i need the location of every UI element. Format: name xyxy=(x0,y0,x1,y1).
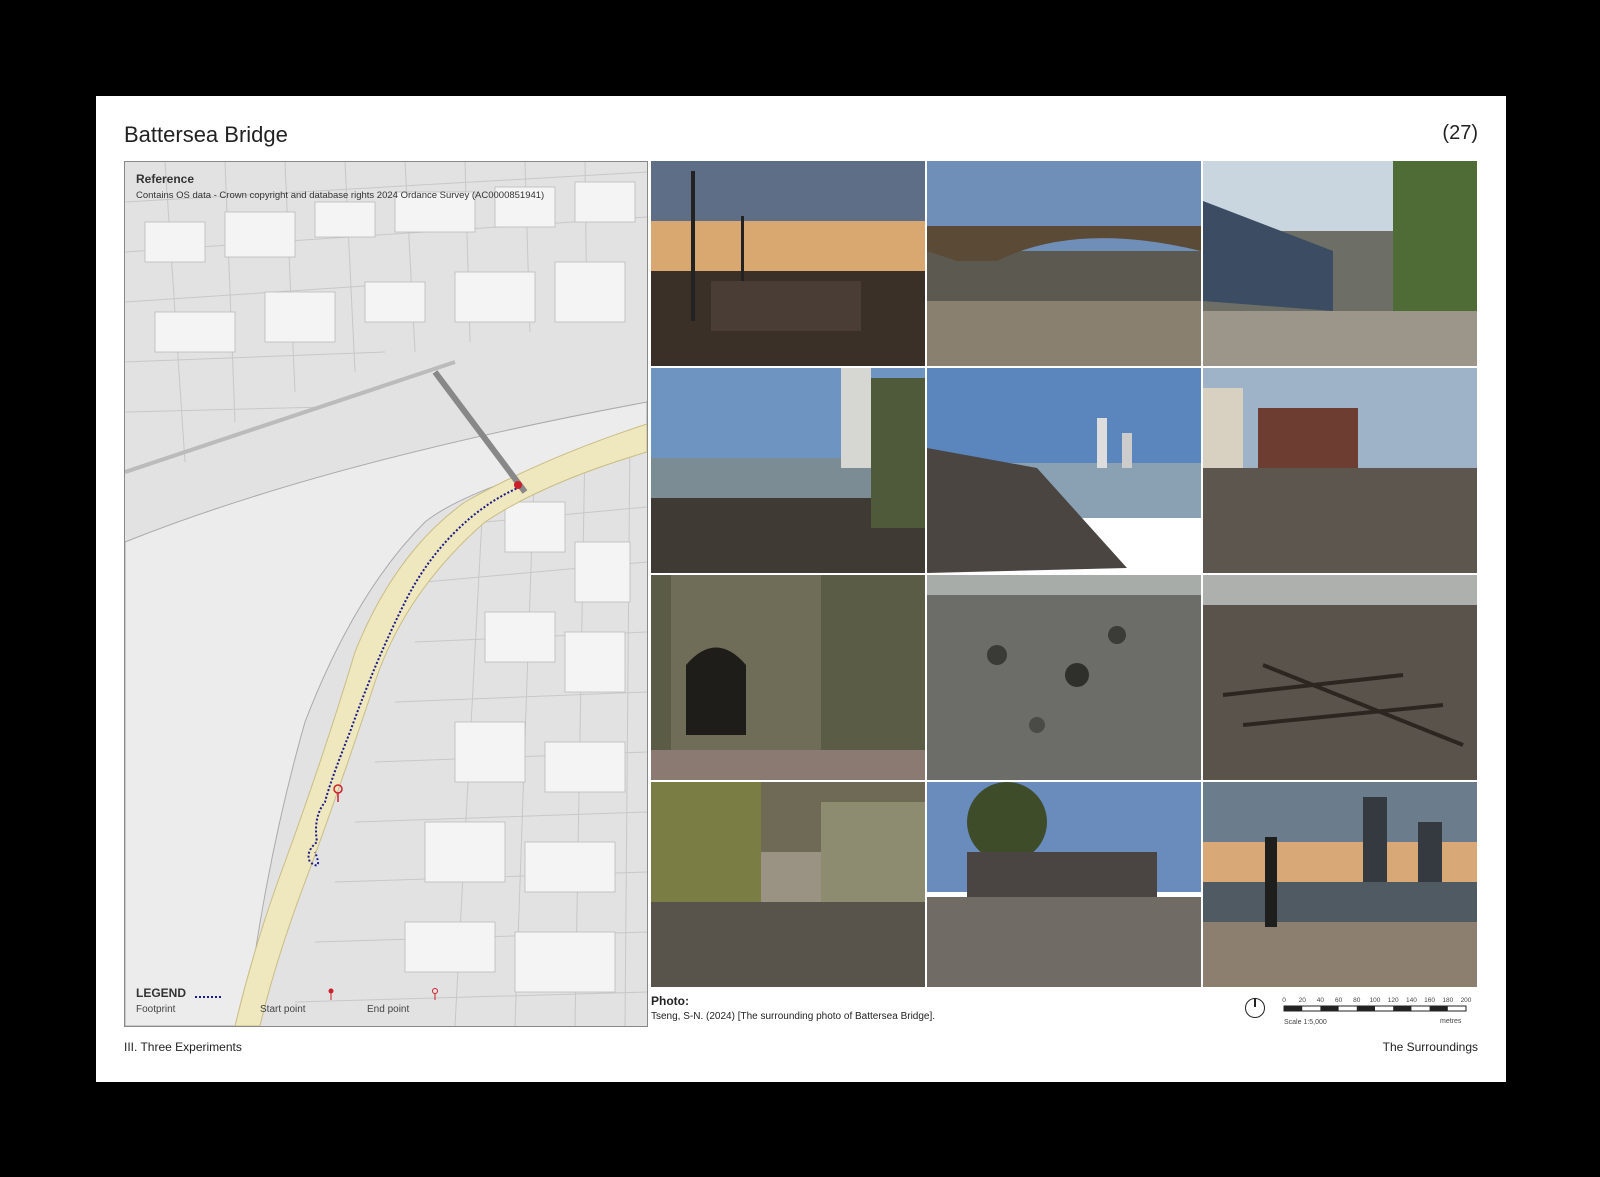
scale-segment xyxy=(1356,1006,1375,1011)
scale-segment xyxy=(1429,1006,1448,1011)
legend-start-point: Start point xyxy=(260,1004,306,1015)
photo-brick-buildings xyxy=(1203,368,1477,573)
photo-mossy-stairs xyxy=(651,782,925,987)
scale-segment xyxy=(1284,1006,1303,1011)
scale-tick-label: 20 xyxy=(1299,997,1307,1004)
scale-tick-label: 120 xyxy=(1388,997,1399,1004)
scale-tick-label: 40 xyxy=(1317,997,1325,1004)
legend-title: LEGEND xyxy=(136,986,187,1000)
scale-bar: 0 20 40 60 80 100 120 140 160 180 200 Scale 1:5,00… xyxy=(1282,994,1472,1034)
photo-credit: Tseng, S-N. (2024) [The surrounding phot… xyxy=(651,1011,936,1022)
reference-text: Contains OS data - Crown copyright and d… xyxy=(136,190,545,201)
legend-footprint: Footprint xyxy=(136,1004,176,1015)
photo-bridge-arch xyxy=(927,161,1201,366)
photo-foreshore-towers xyxy=(651,368,925,573)
document-page: Battersea Bridge (27) Reference Contains… xyxy=(96,96,1506,1082)
page-number: (27) xyxy=(1442,122,1478,144)
photo-pebble-closeup xyxy=(927,575,1201,780)
north-arrow-icon xyxy=(1245,998,1265,1018)
scale-tick-label: 0 xyxy=(1282,997,1286,1004)
scale-text: Scale 1:5,000 xyxy=(1284,1019,1327,1026)
scale-unit: metres xyxy=(1440,1018,1462,1025)
start-marker xyxy=(514,481,522,489)
scale-tick-label: 140 xyxy=(1406,997,1417,1004)
photo-sunset-skyline xyxy=(1203,782,1477,987)
footer-subsection: The Surroundings xyxy=(1382,1040,1478,1054)
route-map: Reference Contains OS data - Crown copyr… xyxy=(124,161,648,1027)
scale-segment xyxy=(1320,1006,1339,1011)
photo-river-pebbles xyxy=(927,368,1201,573)
photo-driftwood xyxy=(1203,575,1477,780)
reference-title: Reference xyxy=(136,172,195,186)
footer-section: III. Three Experiments xyxy=(124,1040,242,1054)
scale-tick-label: 200 xyxy=(1461,997,1472,1004)
map-graphic xyxy=(125,162,647,1026)
scale-tick-label: 100 xyxy=(1370,997,1381,1004)
photo-label: Photo: xyxy=(651,994,689,1008)
photo-moored-boat xyxy=(1203,161,1477,366)
photo-houseboat xyxy=(927,782,1201,987)
scale-tick-label: 60 xyxy=(1335,997,1343,1004)
scale-tick-label: 180 xyxy=(1442,997,1453,1004)
photo-grid xyxy=(651,161,1477,987)
photo-barred-gate xyxy=(651,575,925,780)
page-title: Battersea Bridge xyxy=(124,122,288,147)
legend-end-point: End point xyxy=(367,1004,410,1015)
scale-segment xyxy=(1393,1006,1412,1011)
scale-tick-label: 160 xyxy=(1424,997,1435,1004)
scale-tick-label: 80 xyxy=(1353,997,1361,1004)
photo-lamp-posts xyxy=(651,161,925,366)
